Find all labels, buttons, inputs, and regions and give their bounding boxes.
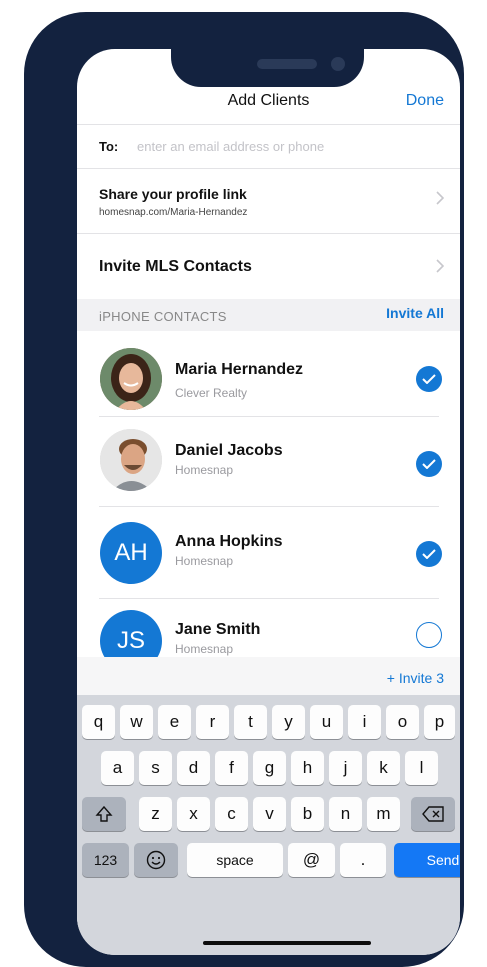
key-b[interactable]: b (291, 797, 324, 831)
contact-name: Daniel Jacobs (175, 442, 283, 459)
dot-key[interactable]: . (340, 843, 386, 877)
key-r[interactable]: r (196, 705, 229, 739)
key-k[interactable]: k (367, 751, 400, 785)
avatar-photo (100, 348, 162, 410)
avatar-photo (100, 429, 162, 491)
invite-all-button[interactable]: Invite All (386, 305, 444, 321)
contact-org: Homesnap (175, 554, 234, 568)
camera (331, 57, 345, 71)
checkmark-icon[interactable] (416, 451, 442, 477)
key-l[interactable]: l (405, 751, 438, 785)
key-h[interactable]: h (291, 751, 324, 785)
keyboard: q w e r t y u i o p a s d f g h j k l z … (77, 695, 460, 955)
key-t[interactable]: t (234, 705, 267, 739)
contact-row[interactable]: Maria Hernandez Clever Realty (77, 331, 460, 416)
share-profile-title: Share your profile link (99, 186, 247, 202)
screen: Add Clients Done To: Share your profile … (77, 49, 460, 955)
contact-name: Maria Hernandez (175, 361, 304, 378)
contact-org: Clever Realty (175, 386, 248, 400)
at-key[interactable]: @ (288, 843, 335, 877)
chevron-right-icon (436, 259, 445, 278)
key-m[interactable]: m (367, 797, 400, 831)
phone-frame: Add Clients Done To: Share your profile … (24, 12, 464, 967)
numbers-key[interactable]: 123 (82, 843, 129, 877)
contact-org: Homesnap (175, 463, 234, 477)
key-z[interactable]: z (139, 797, 172, 831)
key-a[interactable]: a (101, 751, 134, 785)
home-indicator[interactable] (203, 941, 371, 945)
checkmark-icon[interactable] (416, 541, 442, 567)
divider (77, 124, 460, 125)
contact-row[interactable]: Daniel Jacobs Homesnap (77, 417, 460, 506)
shift-icon[interactable] (82, 797, 126, 831)
speaker (257, 59, 317, 69)
avatar-initials: JS (100, 610, 162, 657)
to-label: To: (99, 139, 119, 154)
key-s[interactable]: s (139, 751, 172, 785)
unchecked-circle-icon[interactable] (416, 622, 442, 648)
key-d[interactable]: d (177, 751, 210, 785)
key-q[interactable]: q (82, 705, 115, 739)
key-e[interactable]: e (158, 705, 191, 739)
contact-name: Anna Hopkins (175, 533, 283, 550)
key-f[interactable]: f (215, 751, 248, 785)
key-i[interactable]: i (348, 705, 381, 739)
key-c[interactable]: c (215, 797, 248, 831)
notch (171, 24, 364, 87)
section-label: iPHONE CONTACTS (99, 309, 227, 324)
key-v[interactable]: v (253, 797, 286, 831)
invite-selected-button[interactable]: + Invite 3 (387, 670, 444, 686)
contact-org: Homesnap (175, 642, 234, 656)
done-button[interactable]: Done (406, 92, 444, 110)
invite-mls-title: Invite MLS Contacts (99, 258, 252, 275)
key-u[interactable]: u (310, 705, 343, 739)
key-n[interactable]: n (329, 797, 362, 831)
contact-row[interactable]: AH Anna Hopkins Homesnap (77, 507, 460, 598)
profile-link-url: homesnap.com/Maria-Hernandez (99, 207, 248, 218)
key-w[interactable]: w (120, 705, 153, 739)
nav-title: Add Clients (227, 92, 310, 109)
space-key[interactable]: space (187, 843, 283, 877)
send-button[interactable]: Send (394, 843, 460, 877)
chevron-right-icon (436, 191, 445, 210)
share-profile-row[interactable]: Share your profile link homesnap.com/Mar… (77, 169, 460, 233)
contact-row[interactable]: JS Jane Smith Homesnap (77, 599, 460, 657)
key-o[interactable]: o (386, 705, 419, 739)
key-p[interactable]: p (424, 705, 455, 739)
key-y[interactable]: y (272, 705, 305, 739)
invite-mls-row[interactable]: Invite MLS Contacts (77, 234, 460, 299)
recipient-input[interactable] (137, 134, 437, 158)
key-g[interactable]: g (253, 751, 286, 785)
avatar-initials: AH (100, 522, 162, 584)
key-j[interactable]: j (329, 751, 362, 785)
emoji-icon[interactable] (134, 843, 178, 877)
key-x[interactable]: x (177, 797, 210, 831)
delete-icon[interactable] (411, 797, 455, 831)
checkmark-icon[interactable] (416, 366, 442, 392)
contact-name: Jane Smith (175, 621, 261, 638)
